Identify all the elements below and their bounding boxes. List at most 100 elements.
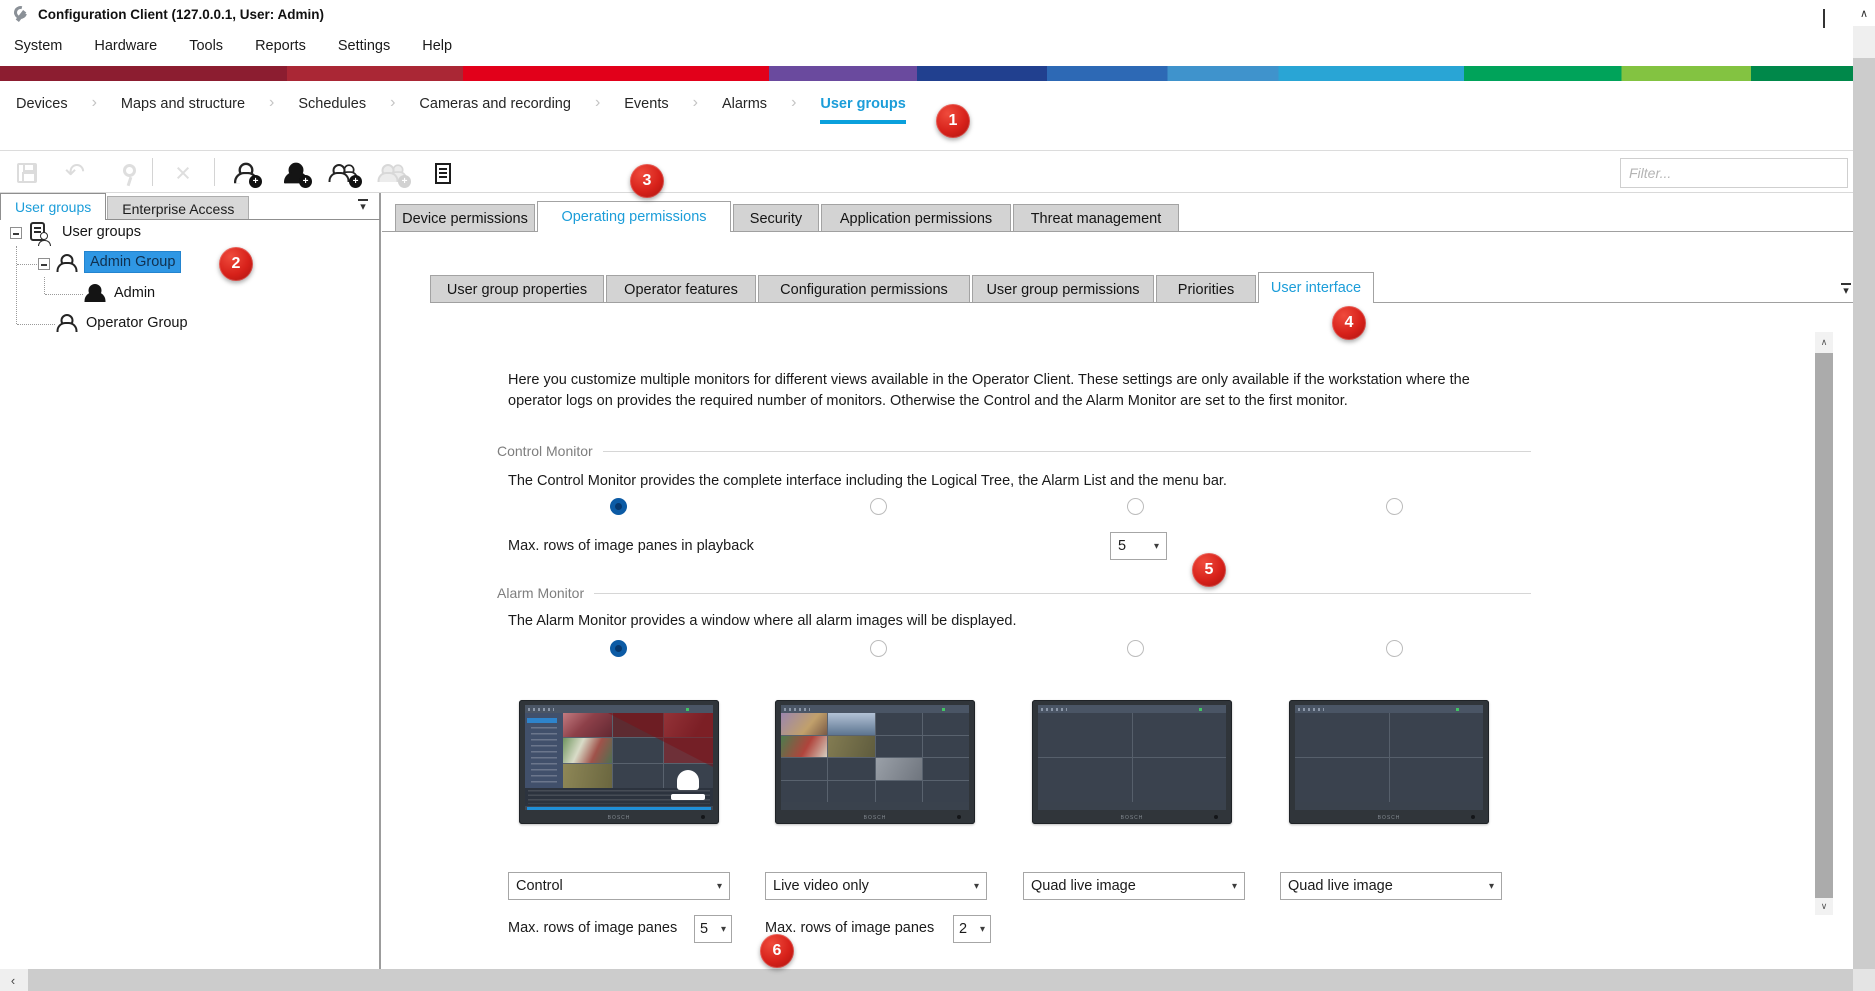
delete-button[interactable]: ×: [165, 155, 201, 191]
content-scroll-thumb[interactable]: [1815, 353, 1833, 898]
undo-icon: ↶: [65, 161, 85, 185]
menu-hardware[interactable]: Hardware: [88, 38, 163, 54]
alarm-monitor-radio-4[interactable]: [1386, 640, 1403, 657]
monitor1-view-select[interactable]: Control ▾: [508, 872, 730, 900]
monitor1-max-rows-select[interactable]: 5 ▾: [694, 915, 732, 943]
timeline-art: [527, 807, 711, 811]
control-monitor-radio-3[interactable]: [1127, 498, 1144, 515]
menu-bar: System Hardware Tools Reports Settings H…: [8, 30, 458, 62]
group-person-icon: [58, 314, 76, 332]
scrollbar-corner: [1853, 969, 1875, 991]
group-person-icon: [58, 254, 76, 272]
add-user-group-button[interactable]: +: [228, 155, 264, 191]
control-monitor-desc: The Control Monitor provides the complet…: [508, 473, 1227, 489]
save-icon: [17, 163, 37, 183]
collapse-icon[interactable]: [10, 227, 22, 239]
monitor4-view-select[interactable]: Quad live image ▾: [1280, 872, 1502, 900]
pin-button[interactable]: [111, 155, 147, 191]
divider: [0, 192, 1853, 193]
monitor-brand: BOSCH: [1289, 815, 1489, 821]
title-bar: Configuration Client (127.0.0.1, User: A…: [0, 0, 1853, 30]
outer-scroll-left-button[interactable]: ‹: [0, 969, 26, 991]
tab-application-permissions[interactable]: Application permissions: [821, 204, 1011, 232]
breadcrumb-alarms[interactable]: Alarms: [722, 96, 767, 120]
monitor2-max-rows-label: Max. rows of image panes: [765, 920, 934, 936]
annotation-badge-2: 2: [219, 247, 253, 281]
alarm-monitor-radio-2[interactable]: [870, 640, 887, 657]
monitor2-view-select[interactable]: Live video only ▾: [765, 872, 987, 900]
chevron-down-icon: ▾: [1489, 881, 1494, 892]
annotation-badge-6: 6: [760, 934, 794, 968]
breadcrumb-maps-and-structure[interactable]: Maps and structure: [121, 96, 245, 120]
outer-scroll-up-button[interactable]: ∧: [1853, 0, 1875, 26]
monitor3-view-select[interactable]: Quad live image ▾: [1023, 872, 1245, 900]
add-dual-auth-group-button[interactable]: +: [326, 155, 362, 191]
monitor-preview-quad-2: BOSCH: [1289, 700, 1489, 824]
scroll-down-button[interactable]: ∨: [1815, 898, 1833, 915]
tab-operating-permissions[interactable]: Operating permissions: [537, 201, 731, 232]
add-enterprise-group-button[interactable]: +: [375, 155, 411, 191]
panel-splitter[interactable]: [379, 193, 381, 969]
subtab-priorities[interactable]: Priorities: [1156, 275, 1256, 303]
monitor-grid-art: [1038, 713, 1226, 802]
panel-pin-icon[interactable]: ▾: [356, 200, 370, 213]
collapse-icon[interactable]: [38, 258, 50, 270]
tab-security[interactable]: Security: [733, 204, 819, 232]
breadcrumb-cameras-and-recording[interactable]: Cameras and recording: [419, 96, 571, 120]
menu-tools[interactable]: Tools: [183, 38, 229, 54]
toolbar-separator: [214, 158, 215, 186]
chevron-right-icon: ›: [92, 94, 97, 112]
alarm-monitor-radio-1[interactable]: [610, 640, 627, 657]
left-panel-tabs: User groups Enterprise Access: [0, 193, 250, 220]
alarm-monitor-radio-3[interactable]: [1127, 640, 1144, 657]
subtab-user-group-properties[interactable]: User group properties: [430, 275, 604, 303]
playback-rows-select[interactable]: 5 ▾: [1110, 532, 1167, 560]
subtab-user-group-permissions[interactable]: User group permissions: [972, 275, 1154, 303]
tab-scroll-icon[interactable]: ▾: [1839, 284, 1853, 297]
undo-button[interactable]: ↶: [57, 155, 93, 191]
menu-settings[interactable]: Settings: [332, 38, 396, 54]
menu-system[interactable]: System: [8, 38, 68, 54]
alarm-siren-icon: [671, 770, 705, 800]
filter-input[interactable]: [1620, 158, 1848, 188]
subtab-configuration-permissions[interactable]: Configuration permissions: [758, 275, 970, 303]
breadcrumb-devices[interactable]: Devices: [16, 96, 68, 120]
control-monitor-radio-1[interactable]: [610, 498, 627, 515]
permission-tabs: Device permissions Operating permissions…: [395, 201, 1181, 232]
monitor-toolbar-art: [781, 705, 969, 713]
monitor-preview-quad-1: BOSCH: [1032, 700, 1232, 824]
subtab-user-interface[interactable]: User interface: [1258, 272, 1374, 303]
outer-horizontal-thumb[interactable]: [28, 969, 1853, 991]
scroll-up-button[interactable]: ∧: [1815, 332, 1833, 352]
breadcrumb-events[interactable]: Events: [624, 96, 668, 120]
chevron-right-icon: ›: [595, 94, 600, 112]
chevron-down-icon: ▾: [980, 924, 985, 935]
monitor-brand: BOSCH: [519, 815, 719, 821]
chevron-right-icon: ›: [269, 94, 274, 112]
tab-user-groups[interactable]: User groups: [0, 193, 106, 220]
menu-help[interactable]: Help: [416, 38, 458, 54]
save-button[interactable]: [9, 155, 45, 191]
tab-threat-management[interactable]: Threat management: [1013, 204, 1179, 232]
breadcrumb-schedules[interactable]: Schedules: [298, 96, 366, 120]
monitor-bottom-art: [781, 802, 969, 810]
add-user-button[interactable]: +: [278, 155, 314, 191]
power-led: [1214, 815, 1218, 819]
outer-vertical-thumb[interactable]: [1853, 58, 1875, 969]
restore-button[interactable]: [1823, 10, 1825, 28]
tab-enterprise-access[interactable]: Enterprise Access: [107, 196, 249, 220]
subtab-operator-features[interactable]: Operator features: [606, 275, 756, 303]
control-monitor-radio-2[interactable]: [870, 498, 887, 515]
breadcrumb-user-groups[interactable]: User groups: [820, 96, 905, 124]
user-person-icon: [86, 284, 104, 302]
chevron-right-icon: ›: [390, 94, 395, 112]
tab-device-permissions[interactable]: Device permissions: [395, 204, 535, 232]
operating-subtabs: User group properties Operator features …: [430, 272, 1376, 303]
monitor-toolbar-art: [1295, 705, 1483, 713]
alarm-monitor-group: Alarm Monitor: [497, 585, 1531, 601]
copy-permissions-button[interactable]: [425, 155, 461, 191]
tree-connector: [16, 246, 17, 324]
control-monitor-radio-4[interactable]: [1386, 498, 1403, 515]
monitor2-max-rows-select[interactable]: 2 ▾: [953, 915, 991, 943]
menu-reports[interactable]: Reports: [249, 38, 312, 54]
